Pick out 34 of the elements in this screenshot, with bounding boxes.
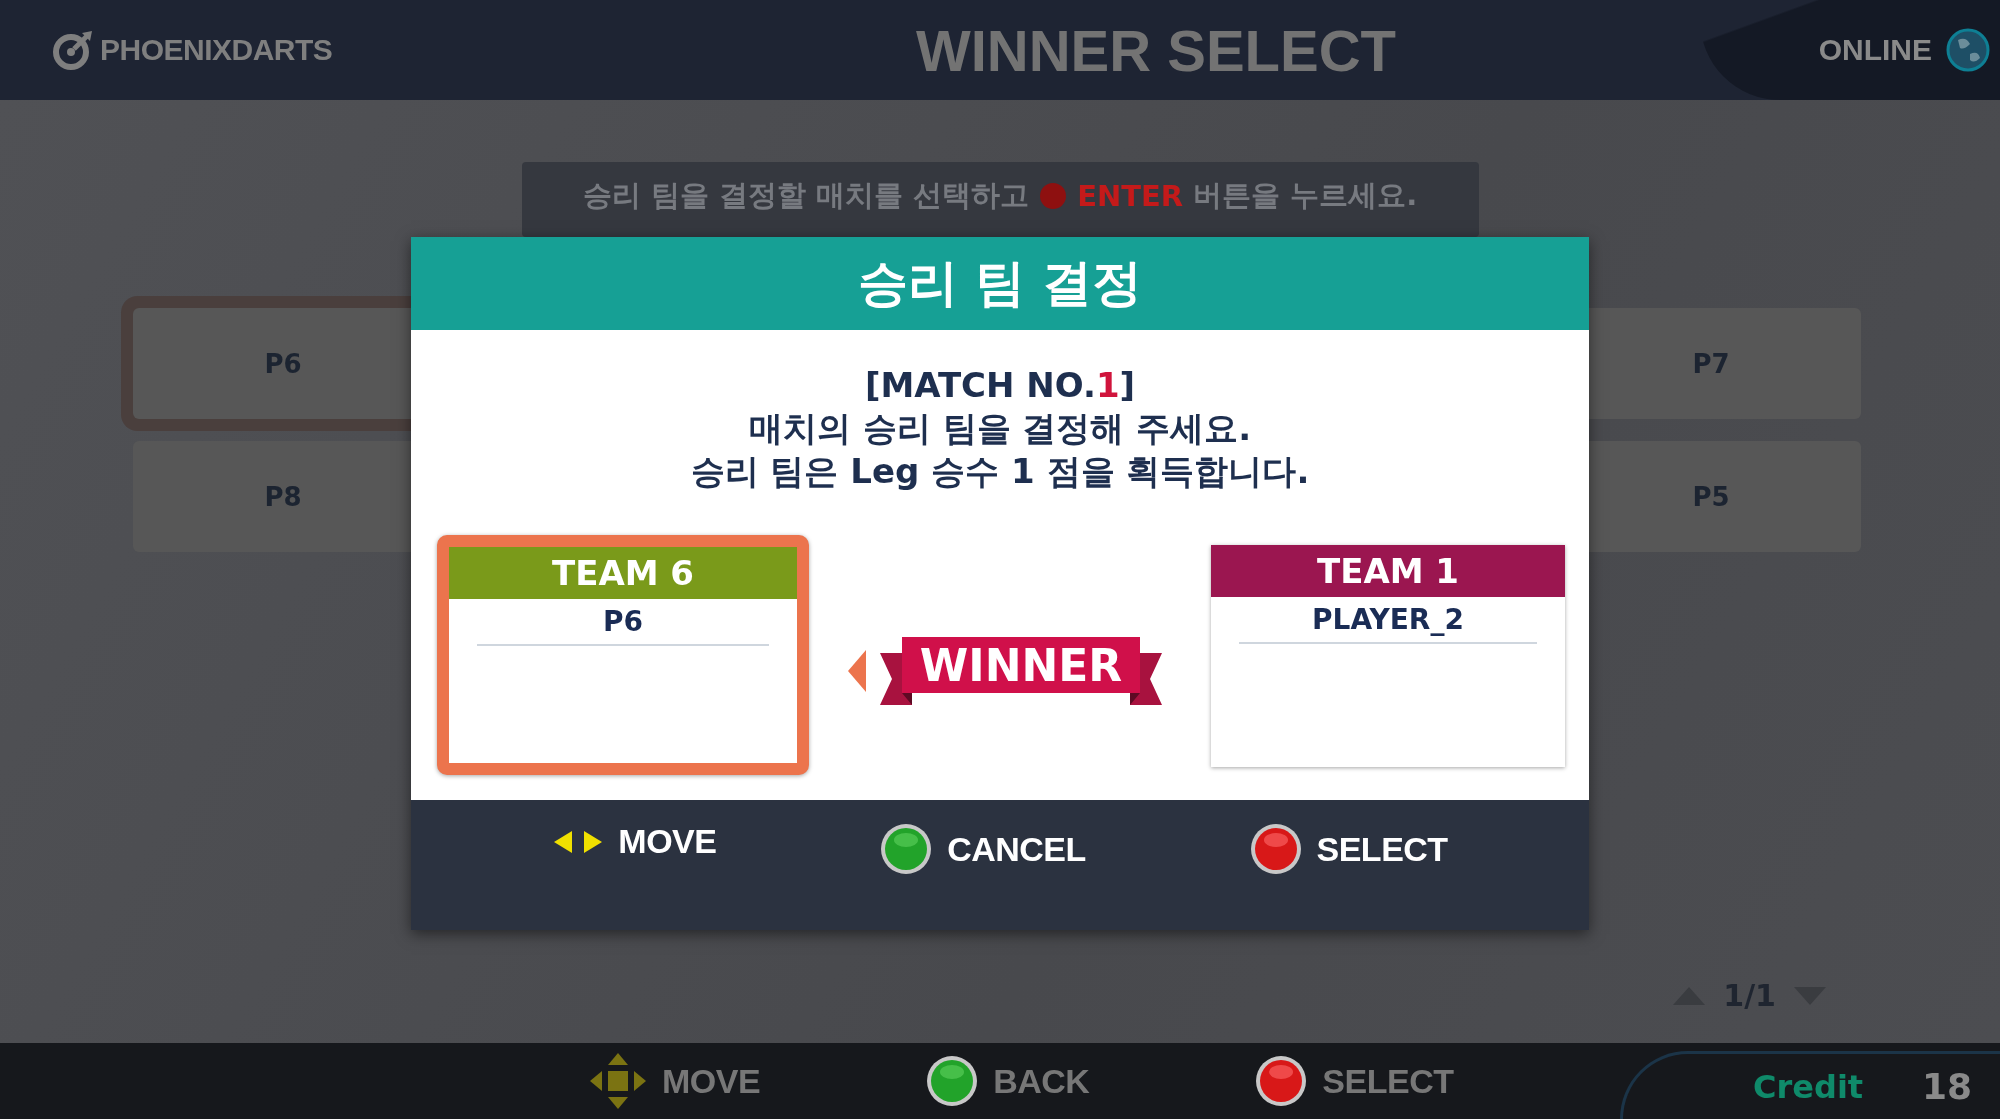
key-label: ENTER bbox=[1077, 178, 1184, 213]
player-name: PLAYER_2 bbox=[1239, 603, 1537, 644]
round-button-icon bbox=[925, 1054, 980, 1108]
logo-text: PHOENIXDARTS bbox=[100, 33, 333, 67]
hint-label: SELECT bbox=[1316, 829, 1448, 869]
credit-value: 18 bbox=[1921, 1066, 1972, 1107]
online-status: ONLINE bbox=[1818, 33, 1932, 67]
hint-label: BACK bbox=[993, 1061, 1090, 1101]
round-button-icon bbox=[1254, 1054, 1309, 1108]
dpad-icon bbox=[588, 1051, 648, 1111]
team-card[interactable]: TEAM 1 PLAYER_2 bbox=[1211, 545, 1565, 767]
hint-label: SELECT bbox=[1322, 1061, 1454, 1101]
winner-banner: WINNER bbox=[880, 637, 1162, 705]
round-button-icon bbox=[879, 822, 934, 876]
round-button-icon bbox=[1248, 822, 1303, 876]
team-name: TEAM 1 bbox=[1211, 545, 1565, 597]
globe-icon bbox=[1946, 28, 1990, 72]
dialog-title: 승리 팀 결정 bbox=[411, 237, 1589, 330]
instruction-text: 승리 팀을 결정할 매치를 선택하고 bbox=[582, 176, 1030, 214]
button-dot-icon bbox=[1039, 181, 1068, 210]
instruction-line: 매치의 승리 팀을 결정해 주세요. bbox=[748, 407, 1252, 450]
instruction-line: 승리 팀은 Leg 승수 1 점을 획득합니다. bbox=[690, 450, 1310, 493]
team-card[interactable]: TEAM 6 P6 bbox=[437, 535, 809, 775]
player-name: P6 bbox=[477, 605, 769, 646]
selection-arrow-icon bbox=[848, 650, 866, 692]
instruction-text: 버튼을 누르세요. bbox=[1193, 176, 1418, 214]
team-name: TEAM 6 bbox=[449, 547, 797, 599]
hint-label: MOVE bbox=[662, 1061, 761, 1101]
hint-label: MOVE bbox=[618, 822, 717, 861]
credit-label: Credit bbox=[1753, 1067, 1864, 1106]
logo-icon bbox=[52, 29, 94, 71]
screen-title: WINNER SELECT bbox=[914, 16, 1398, 84]
match-number-text: [MATCH NO.1] bbox=[864, 364, 1136, 407]
hint-label: CANCEL bbox=[947, 829, 1086, 869]
